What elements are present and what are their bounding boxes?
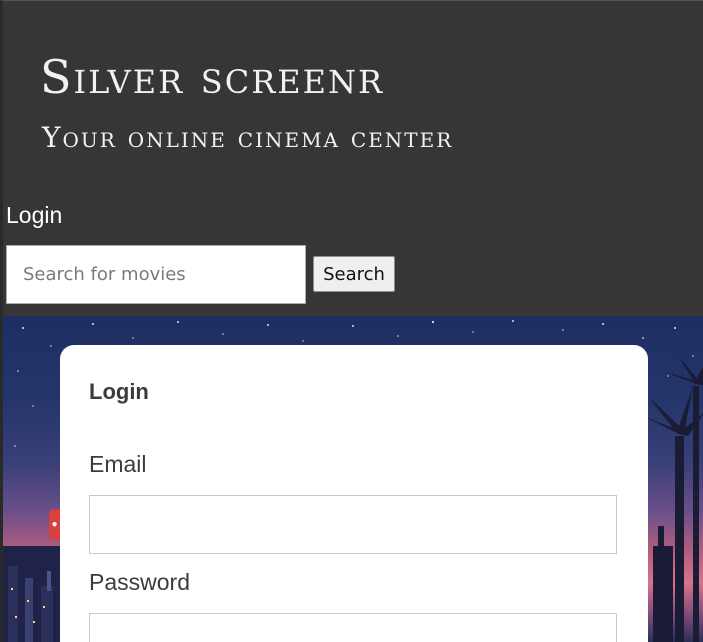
site-title: Silver screenr <box>40 50 385 104</box>
login-card-title: Login <box>89 379 149 404</box>
site-header: Silver screenr Your online cinema center… <box>0 0 703 316</box>
right-palms <box>643 356 703 642</box>
site-subtitle: Your online cinema center <box>42 121 454 154</box>
password-label: Password <box>89 569 190 595</box>
login-card: Login Email Password <box>60 345 648 642</box>
left-skyline <box>3 546 63 642</box>
search-input[interactable] <box>6 245 306 304</box>
search-button[interactable]: Search <box>313 256 395 292</box>
page: Silver screenr Your online cinema center… <box>0 0 703 642</box>
password-field[interactable] <box>89 613 617 642</box>
email-field[interactable] <box>89 495 617 554</box>
nav-login-link[interactable]: Login <box>6 201 62 229</box>
email-label: Email <box>89 451 147 477</box>
